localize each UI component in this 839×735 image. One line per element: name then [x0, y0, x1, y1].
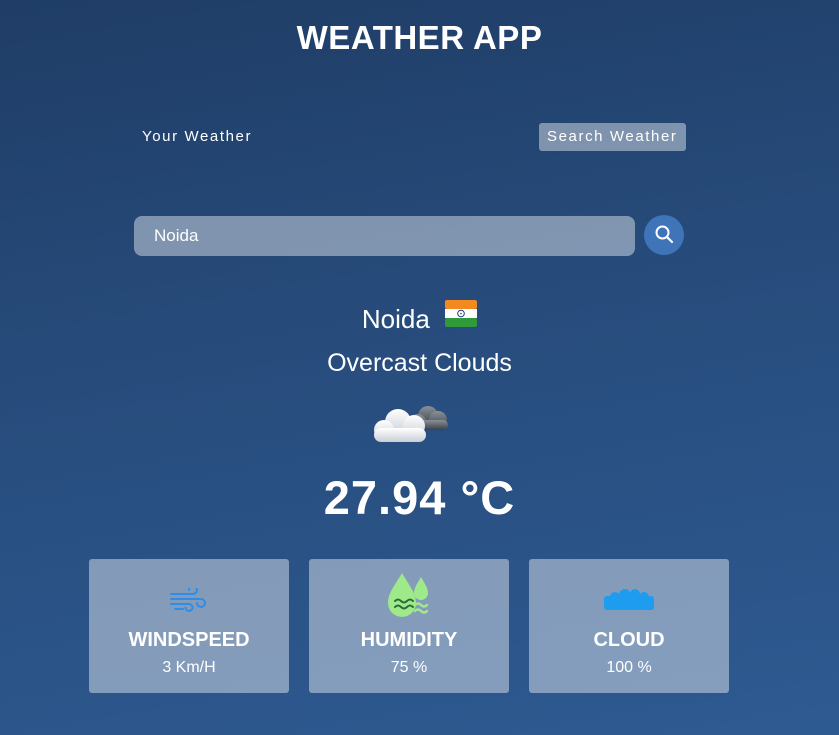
wind-icon: [89, 577, 289, 623]
india-flag-icon: [445, 298, 478, 338]
city-name-row: Noida: [0, 300, 839, 338]
humidity-icon: [309, 573, 509, 619]
search-input[interactable]: [134, 216, 635, 256]
tab-search-weather[interactable]: Search Weather: [539, 123, 686, 151]
humidity-card: HUMIDITY 75 %: [309, 559, 509, 693]
humidity-title: HUMIDITY: [360, 629, 458, 651]
overcast-clouds-icon: [368, 398, 452, 453]
temperature: 27.94 °C: [323, 471, 516, 524]
weather-description: Overcast Clouds: [327, 349, 512, 377]
cloud-title: CLOUD: [593, 629, 665, 651]
search-icon: [654, 224, 674, 247]
cloud-icon: [529, 577, 729, 623]
app-title: WEATHER APP: [296, 19, 543, 56]
city-name: Noida: [361, 304, 430, 334]
search-button[interactable]: [644, 215, 684, 255]
tab-your-weather[interactable]: Your Weather: [134, 123, 260, 151]
windspeed-value: 3 Km/H: [162, 659, 216, 676]
cloud-card: CLOUD 100 %: [529, 559, 729, 693]
windspeed-card: WINDSPEED 3 Km/H: [89, 559, 289, 693]
cloud-value: 100 %: [606, 659, 652, 676]
windspeed-title: WINDSPEED: [128, 629, 250, 651]
humidity-value: 75 %: [390, 659, 428, 676]
